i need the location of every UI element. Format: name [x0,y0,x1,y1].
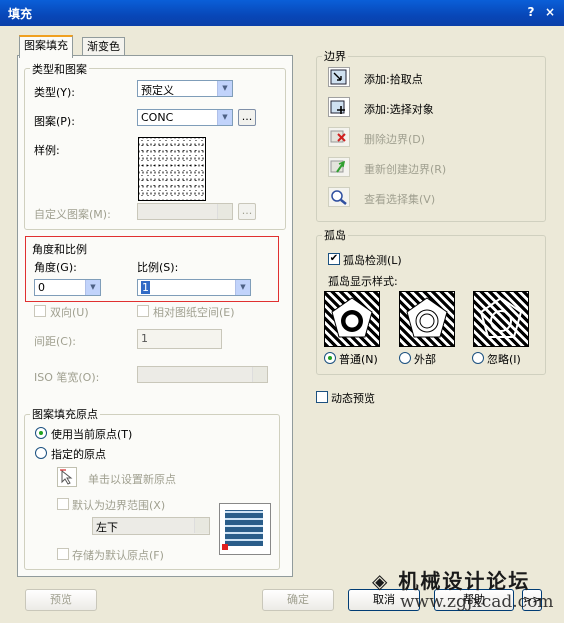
watermark-title: ◈ 机械设计论坛 [372,565,530,594]
custom-pattern-label: 自定义图案(M): [34,208,111,221]
chevron-down-icon: ▼ [85,280,100,295]
hatch-origin-group-label: 图案填充原点 [30,406,100,422]
dynamic-preview-checkbox[interactable] [316,391,328,403]
type-label: 类型(Y): [34,86,76,99]
relative-paper-space-checkbox[interactable] [137,305,149,317]
select-objects-icon [330,100,345,114]
sample-label: 样例: [34,144,60,157]
chevron-down-icon [217,204,232,219]
iso-pen-width-select[interactable] [137,366,268,383]
recreate-boundary-button[interactable] [328,157,350,177]
islands-group-label: 孤岛 [322,227,348,243]
type-pattern-group-label: 类型和图案 [30,61,89,77]
island-detection-checkbox[interactable]: ✔ [328,253,340,265]
double-label: 双向(U) [50,306,89,319]
pentagon-ignore-icon [479,296,523,338]
title-bar[interactable] [0,0,564,26]
tab-gradient[interactable]: 渐变色 [82,37,125,56]
remove-boundaries-label: 删除边界(D) [364,133,426,146]
view-selections-button[interactable] [328,187,350,207]
pattern-sample-swatch[interactable] [138,137,206,201]
iso-pen-width-label: ISO 笔宽(O): [34,371,100,384]
specified-origin-radio[interactable] [35,447,47,459]
watermark-url: www.zgjxcad.com [400,592,554,612]
island-outer-radio[interactable] [399,352,411,364]
island-ignore-label: 忽略(I) [487,353,521,366]
dynamic-preview-label: 动态预览 [331,392,375,405]
island-ignore-radio[interactable] [472,352,484,364]
angle-select[interactable]: 0 ▼ [34,279,101,296]
remove-boundaries-button[interactable] [328,127,350,147]
add-pick-points-label: 添加:拾取点 [364,73,423,86]
brick-pattern [225,510,263,546]
ok-button[interactable]: 确定 [262,589,334,611]
island-style-ignore-preview[interactable] [473,291,529,347]
default-extent-checkbox[interactable] [57,498,69,510]
angle-scale-group-label: 角度和比例 [32,243,87,256]
island-style-label: 孤岛显示样式: [328,275,398,288]
scale-select[interactable]: 1 ▼ [137,279,251,296]
scale-label: 比例(S): [137,261,179,274]
pentagon-outer-icon [406,297,448,338]
set-origin-button[interactable] [57,467,77,487]
use-current-origin-label: 使用当前原点(T) [51,428,133,441]
magnifier-icon [331,190,347,205]
custom-pattern-select[interactable] [137,203,233,220]
type-select[interactable]: 预定义 ▼ [137,80,233,97]
add-select-objects-button[interactable] [328,97,350,117]
window-title: 填充 [8,7,33,21]
remove-boundary-icon [330,130,346,143]
click-set-origin-label: 单击以设置新原点 [88,473,176,486]
close-button[interactable]: × [543,5,557,19]
extent-position-select[interactable]: 左下 [92,517,210,535]
island-style-outer-preview[interactable] [399,291,455,347]
pattern-label: 图案(P): [34,115,75,128]
double-checkbox[interactable] [34,305,46,317]
pentagon-normal-icon [331,297,373,338]
relative-paper-space-label: 相对图纸空间(E) [153,306,235,319]
island-style-normal-preview[interactable] [324,291,380,347]
boundaries-group-label: 边界 [322,48,348,64]
pattern-select[interactable]: CONC ▼ [137,109,233,126]
recreate-boundary-label: 重新创建边界(R) [364,163,447,176]
type-select-value: 预定义 [141,84,174,97]
chevron-down-icon: ▼ [217,110,232,125]
extent-position-value: 左下 [96,521,118,534]
spacing-label: 间距(C): [34,335,76,348]
add-select-objects-label: 添加:选择对象 [364,103,434,116]
use-current-origin-radio[interactable] [35,427,47,439]
chevron-down-icon [194,518,209,533]
recreate-boundary-icon [330,160,346,173]
specified-origin-label: 指定的原点 [51,448,106,461]
watermark-logo-icon: ◈ [372,569,390,593]
view-selections-label: 查看选择集(V) [364,193,436,206]
island-outer-label: 外部 [414,353,436,366]
pattern-browse-button[interactable]: ... [238,109,256,126]
chevron-down-icon: ▼ [235,280,250,295]
cursor-crosshair-icon [60,469,73,485]
origin-marker-icon [222,544,228,550]
chevron-down-icon: ▼ [217,81,232,96]
island-detection-label: 孤岛检测(L) [343,254,402,267]
default-extent-label: 默认为边界范围(X) [72,499,166,512]
store-default-origin-checkbox[interactable] [57,548,69,560]
store-default-origin-label: 存储为默认原点(F) [72,549,164,562]
angle-label: 角度(G): [34,261,77,274]
help-title-button[interactable]: ? [524,5,538,19]
spacing-input[interactable]: 1 [137,329,222,349]
watermark-title-text: 机械设计论坛 [398,569,531,593]
pick-points-icon [330,69,347,85]
add-pick-points-button[interactable] [328,67,350,87]
origin-preview-brick-icon [219,503,271,555]
tab-hatch[interactable]: 图案填充 [19,35,73,58]
chevron-down-icon [252,367,267,382]
custom-browse-button[interactable]: ... [238,203,256,220]
scale-select-value: 1 [141,281,150,294]
island-normal-label: 普通(N) [339,353,378,366]
island-normal-radio[interactable] [324,352,336,364]
angle-select-value: 0 [38,281,45,294]
preview-button[interactable]: 预览 [25,589,97,611]
pattern-select-value: CONC [141,111,174,124]
